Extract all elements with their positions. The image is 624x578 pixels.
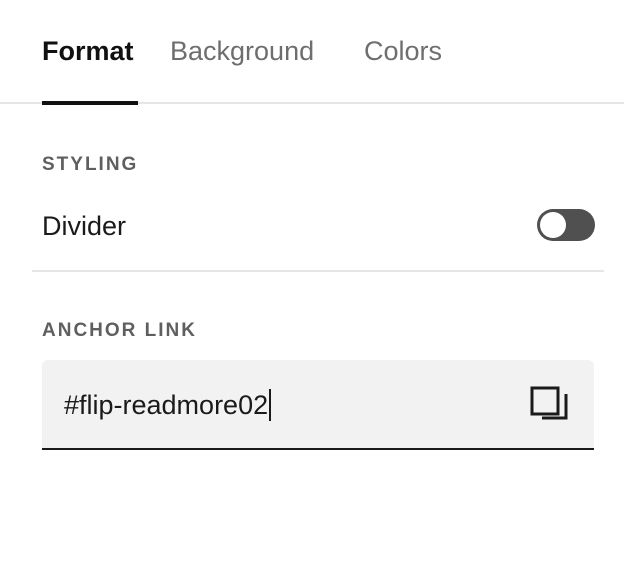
toggle-knob — [540, 212, 566, 238]
tab-bar: Format Background Colors — [0, 0, 624, 105]
tab-background[interactable]: Background — [170, 34, 314, 68]
divider-toggle[interactable] — [537, 209, 595, 241]
copy-icon — [530, 386, 568, 420]
divider-label: Divider — [42, 211, 127, 241]
styling-section-label: STYLING — [42, 154, 139, 175]
format-panel: Format Background Colors STYLING Divider… — [0, 0, 624, 578]
anchor-link-value: #flip-readmore02 — [64, 390, 269, 420]
tab-colors[interactable]: Colors — [364, 34, 442, 68]
section-divider — [32, 270, 604, 272]
active-tab-indicator — [42, 101, 138, 105]
tab-format[interactable]: Format — [42, 34, 134, 68]
anchor-link-field[interactable]: #flip-readmore02 — [42, 360, 594, 450]
anchor-link-section-label: ANCHOR LINK — [42, 320, 197, 341]
anchor-link-input[interactable]: #flip-readmore02 — [64, 388, 272, 423]
copy-button[interactable] — [528, 384, 572, 428]
text-cursor — [269, 388, 272, 421]
